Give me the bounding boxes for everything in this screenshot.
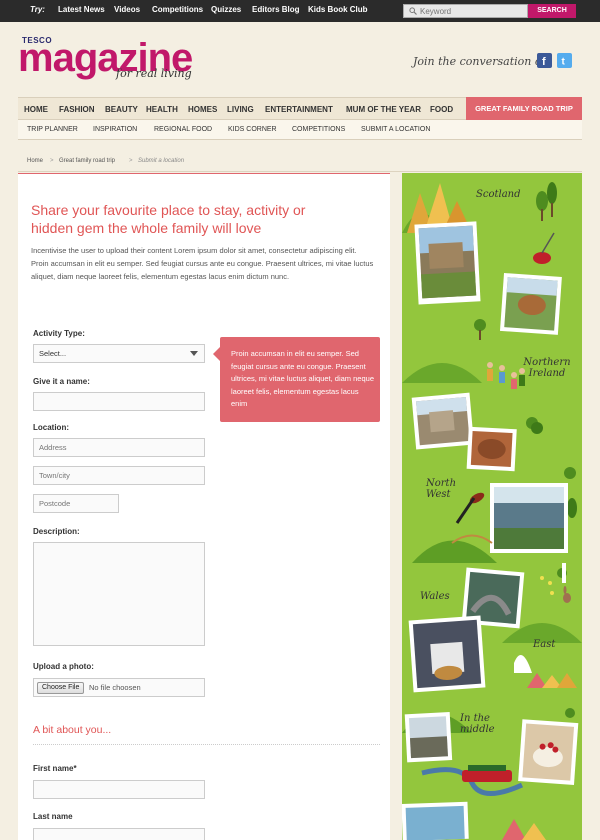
map-region-east[interactable]: East: [533, 639, 555, 650]
toplink-competitions[interactable]: Competitions: [152, 5, 203, 14]
tooltip-text: Proin accumsan in elit eu semper. Sed fe…: [231, 349, 374, 408]
subnav-inspiration[interactable]: INSPIRATION: [93, 126, 137, 133]
nav-beauty[interactable]: BEAUTY: [105, 105, 138, 114]
toplink-kids-book-club[interactable]: Kids Book Club: [308, 5, 368, 14]
search-icon: [409, 7, 417, 15]
svg-text:f: f: [542, 56, 546, 68]
chevron-down-icon: [190, 351, 198, 356]
first-name-label: First name*: [33, 764, 77, 773]
last-name-input[interactable]: [33, 828, 205, 840]
name-label: Give it a name:: [33, 377, 90, 386]
breadcrumb-separator: >: [50, 158, 54, 164]
subnav-kids-corner[interactable]: KIDS CORNER: [228, 126, 277, 133]
nav-food[interactable]: FOOD: [430, 105, 453, 114]
postcode-input[interactable]: [33, 494, 119, 513]
subnav-regional-food[interactable]: REGIONAL FOOD: [154, 126, 212, 133]
search-box[interactable]: [403, 4, 528, 18]
secondary-nav: TRIP PLANNER INSPIRATION REGIONAL FOOD K…: [18, 120, 582, 140]
about-you-heading: A bit about you...: [33, 724, 112, 736]
logo-tagline: for real living: [116, 67, 192, 80]
breadcrumb-current: Submit a location: [138, 158, 185, 164]
svg-text:t: t: [562, 57, 566, 68]
map-illustration: [402, 182, 582, 840]
description-label: Description:: [33, 527, 80, 536]
search-input[interactable]: [420, 6, 525, 17]
section-divider: [33, 744, 380, 745]
first-name-input[interactable]: [33, 780, 205, 799]
subnav-trip-planner[interactable]: TRIP PLANNER: [27, 126, 78, 133]
activity-type-select[interactable]: Select...: [33, 344, 205, 363]
toplink-latest-news[interactable]: Latest News: [58, 5, 105, 14]
map-region-north-west[interactable]: North West: [426, 478, 460, 500]
facebook-icon[interactable]: f: [537, 53, 552, 68]
twitter-icon[interactable]: t: [557, 53, 572, 68]
map-region-northern-ireland[interactable]: Northern Ireland: [522, 357, 572, 379]
subnav-submit-a-location[interactable]: SUBMIT A LOCATION: [361, 126, 430, 133]
name-input[interactable]: [33, 392, 205, 411]
file-status-text: No file choosen: [89, 683, 141, 692]
town-input[interactable]: [33, 466, 205, 485]
nav-home[interactable]: HOME: [24, 105, 48, 114]
page-title: Share your favourite place to stay, acti…: [31, 202, 306, 236]
location-label: Location:: [33, 423, 69, 432]
description-textarea[interactable]: [33, 542, 205, 646]
upload-photo-label: Upload a photo:: [33, 662, 94, 671]
road-trip-map[interactable]: Scotland Northern Ireland North West Wal…: [402, 173, 582, 840]
nav-entertainment[interactable]: ENTERTAINMENT: [265, 105, 333, 114]
choose-file-button[interactable]: Choose File: [37, 682, 85, 694]
nav-health[interactable]: HEALTH: [146, 105, 178, 114]
try-label: Try:: [30, 5, 45, 14]
join-conversation-text: Join the conversation on: [413, 55, 549, 68]
map-region-in-the-middle[interactable]: In the middle: [460, 713, 502, 735]
breadcrumb-divider: [18, 171, 582, 172]
map-region-wales[interactable]: Wales: [420, 591, 450, 602]
activity-type-label: Activity Type:: [33, 329, 85, 338]
address-input[interactable]: [33, 438, 205, 457]
search-button[interactable]: SEARCH: [528, 4, 576, 18]
toplink-quizzes[interactable]: Quizzes: [211, 5, 241, 14]
toplink-editors-blog[interactable]: Editors Blog: [252, 5, 300, 14]
nav-fashion[interactable]: FASHION: [59, 105, 95, 114]
breadcrumb-road-trip[interactable]: Great family road trip: [59, 158, 115, 164]
toplink-videos[interactable]: Videos: [114, 5, 140, 14]
breadcrumb-home[interactable]: Home: [27, 158, 43, 164]
top-utility-bar: Try: Latest News Videos Competitions Qui…: [0, 0, 600, 22]
map-region-scotland[interactable]: Scotland: [476, 189, 521, 200]
nav-homes[interactable]: HOMES: [188, 105, 217, 114]
nav-great-family-road-trip[interactable]: GREAT FAMILY ROAD TRIP: [466, 97, 582, 120]
subnav-competitions[interactable]: COMPETITIONS: [292, 126, 345, 133]
nav-mum-of-the-year[interactable]: MUM OF THE YEAR: [346, 105, 421, 114]
breadcrumb-separator: >: [129, 158, 133, 164]
intro-text: Incentivise the user to upload their con…: [31, 246, 374, 281]
nav-living[interactable]: LIVING: [227, 105, 254, 114]
last-name-label: Last name: [33, 812, 73, 821]
